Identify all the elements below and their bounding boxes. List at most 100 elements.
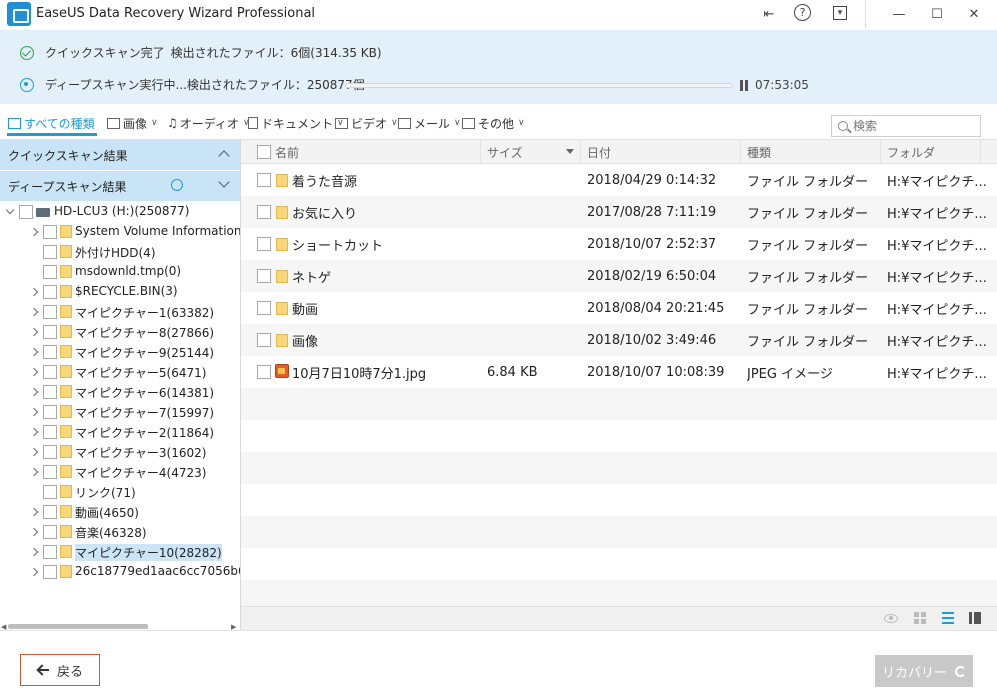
chevron-right-icon[interactable] bbox=[29, 527, 39, 537]
tab-mail[interactable]: メール ∨ bbox=[398, 114, 461, 132]
tree-item-checkbox[interactable] bbox=[19, 205, 33, 219]
tree-item[interactable]: HD-LCU3 (H:)(250877) bbox=[0, 202, 240, 222]
menu-icon[interactable]: ▾ bbox=[833, 6, 847, 20]
row-checkbox[interactable] bbox=[257, 237, 271, 251]
search-input[interactable] bbox=[853, 119, 973, 133]
tree-item-checkbox[interactable] bbox=[43, 285, 57, 299]
quick-scan-results-header[interactable]: クイックスキャン結果 bbox=[0, 140, 240, 170]
chevron-right-icon[interactable] bbox=[29, 447, 39, 457]
row-checkbox[interactable] bbox=[257, 333, 271, 347]
row-checkbox[interactable] bbox=[257, 365, 271, 379]
chevron-up-icon[interactable] bbox=[218, 150, 230, 162]
tab-audio[interactable]: ♫ オーディオ ∨ bbox=[167, 114, 250, 132]
tab-documents[interactable]: ドキュメント ∨ bbox=[248, 114, 344, 132]
tree-item[interactable]: マイピクチャー2(11864) bbox=[0, 422, 240, 442]
chevron-down-icon[interactable] bbox=[218, 176, 230, 188]
tree-item[interactable]: マイピクチャー5(6471) bbox=[0, 362, 240, 382]
chevron-right-icon[interactable] bbox=[29, 347, 39, 357]
chevron-right-icon[interactable] bbox=[29, 387, 39, 397]
tree-item-checkbox[interactable] bbox=[43, 365, 57, 379]
tree-item[interactable]: マイピクチャー4(4723) bbox=[0, 462, 240, 482]
tab-images[interactable]: 画像 ∨ bbox=[107, 114, 158, 132]
help-icon[interactable]: ? bbox=[794, 4, 811, 21]
row-checkbox[interactable] bbox=[257, 269, 271, 283]
tree-item-checkbox[interactable] bbox=[43, 505, 57, 519]
tree-item[interactable]: リンク(71) bbox=[0, 482, 240, 502]
tree-item[interactable]: マイピクチャー3(1602) bbox=[0, 442, 240, 462]
tree-item-checkbox[interactable] bbox=[43, 225, 57, 239]
tree-item-checkbox[interactable] bbox=[43, 405, 57, 419]
back-button[interactable]: 戻る bbox=[20, 654, 100, 686]
tree-item[interactable]: 動画(4650) bbox=[0, 502, 240, 522]
row-checkbox[interactable] bbox=[257, 301, 271, 315]
tree-item[interactable]: マイピクチャー8(27866) bbox=[0, 322, 240, 342]
tree-item[interactable]: 音楽(46328) bbox=[0, 522, 240, 542]
tree-item-checkbox[interactable] bbox=[43, 445, 57, 459]
table-row[interactable]: お気に入り 2017/08/28 7:11:19 ファイル フォルダー H:¥マイピク… bbox=[241, 196, 997, 228]
tree-item[interactable]: msdownld.tmp(0) bbox=[0, 262, 240, 282]
chevron-right-icon[interactable] bbox=[29, 547, 39, 557]
table-row[interactable]: 10月7日10時7分1.jpg 6.84 KB 2018/10/07 10:08:3… bbox=[241, 356, 997, 388]
tree-item-checkbox[interactable] bbox=[43, 565, 57, 579]
close-button[interactable]: ✕ bbox=[962, 3, 986, 25]
detail-view-icon[interactable] bbox=[969, 612, 983, 624]
tab-all-types[interactable]: すべての種類 bbox=[8, 114, 95, 132]
column-size[interactable]: サイズ bbox=[481, 140, 581, 164]
recover-button[interactable]: リカバリー bbox=[875, 655, 973, 687]
deep-scan-results-header[interactable]: ディープスキャン結果 bbox=[0, 171, 240, 201]
pause-icon[interactable] bbox=[739, 80, 749, 91]
tree-item-checkbox[interactable] bbox=[43, 485, 57, 499]
tree-item-checkbox[interactable] bbox=[43, 265, 57, 279]
chevron-right-icon[interactable] bbox=[29, 427, 39, 437]
tree-item[interactable]: マイピクチャー1(63382) bbox=[0, 302, 240, 322]
table-row[interactable]: ショートカット 2018/10/07 2:52:37 ファイル フォルダー H:¥マイ… bbox=[241, 228, 997, 260]
tree-item[interactable]: マイピクチャー9(25144) bbox=[0, 342, 240, 362]
tree-item[interactable]: 26c18779ed1aac6cc7056b6e bbox=[0, 562, 240, 582]
row-checkbox[interactable] bbox=[257, 205, 271, 219]
list-view-icon[interactable] bbox=[942, 612, 956, 624]
chevron-right-icon[interactable] bbox=[29, 287, 39, 297]
tree-item[interactable]: System Volume Information bbox=[0, 222, 240, 242]
chevron-right-icon[interactable] bbox=[29, 507, 39, 517]
tree-item[interactable]: マイピクチャー7(15997) bbox=[0, 402, 240, 422]
tree-item[interactable]: 外付けHDD(4) bbox=[0, 242, 240, 262]
table-row[interactable]: 動画 2018/08/04 20:21:45 ファイル フォルダー H:¥マイピクチ.… bbox=[241, 292, 997, 324]
table-row[interactable]: 着うた音源 2018/04/29 0:14:32 ファイル フォルダー H:¥マイピク… bbox=[241, 164, 997, 196]
tree-item-checkbox[interactable] bbox=[43, 345, 57, 359]
tree-item[interactable]: マイピクチャー6(14381) bbox=[0, 382, 240, 402]
tree-item-checkbox[interactable] bbox=[43, 385, 57, 399]
chevron-right-icon[interactable] bbox=[29, 567, 39, 577]
search-box[interactable] bbox=[831, 115, 981, 137]
tree-item[interactable]: $RECYCLE.BIN(3) bbox=[0, 282, 240, 302]
chevron-right-icon[interactable] bbox=[29, 307, 39, 317]
table-row[interactable]: ネトゲ 2018/02/19 6:50:04 ファイル フォルダー H:¥マイピクチ.… bbox=[241, 260, 997, 292]
preview-icon[interactable] bbox=[884, 614, 898, 623]
chevron-down-icon[interactable] bbox=[5, 205, 15, 215]
chevron-right-icon[interactable] bbox=[29, 327, 39, 337]
minimize-button[interactable]: — bbox=[887, 3, 911, 25]
maximize-button[interactable]: ☐ bbox=[925, 3, 949, 25]
tree-item[interactable]: マイピクチャー10(28282) bbox=[0, 542, 240, 562]
chevron-right-icon[interactable] bbox=[29, 367, 39, 377]
table-row[interactable]: 画像 2018/10/02 3:49:46 ファイル フォルダー H:¥マイピクチ..… bbox=[241, 324, 997, 356]
tab-video[interactable]: ビデオ ∨ bbox=[335, 114, 398, 132]
column-folder[interactable]: フォルダ bbox=[881, 140, 981, 164]
column-name[interactable]: 名前 bbox=[241, 140, 481, 164]
chevron-right-icon[interactable] bbox=[29, 407, 39, 417]
tree-item-checkbox[interactable] bbox=[43, 305, 57, 319]
tree-horizontal-scrollbar[interactable]: ◀ ▶ bbox=[0, 622, 240, 631]
tab-other[interactable]: その他 ∨ bbox=[462, 114, 525, 132]
tree-item-checkbox[interactable] bbox=[43, 465, 57, 479]
chevron-right-icon[interactable] bbox=[29, 227, 39, 237]
tree-item-checkbox[interactable] bbox=[43, 425, 57, 439]
scrollbar-thumb[interactable] bbox=[8, 624, 148, 629]
tree-item-checkbox[interactable] bbox=[43, 525, 57, 539]
tree-item-checkbox[interactable] bbox=[43, 245, 57, 259]
column-type[interactable]: 種類 bbox=[741, 140, 881, 164]
column-date[interactable]: 日付 bbox=[581, 140, 741, 164]
row-checkbox[interactable] bbox=[257, 173, 271, 187]
thumbnail-view-icon[interactable] bbox=[914, 612, 928, 624]
chevron-right-icon[interactable] bbox=[29, 467, 39, 477]
login-icon[interactable]: ⇤ bbox=[757, 3, 781, 25]
tree-item-checkbox[interactable] bbox=[43, 545, 57, 559]
